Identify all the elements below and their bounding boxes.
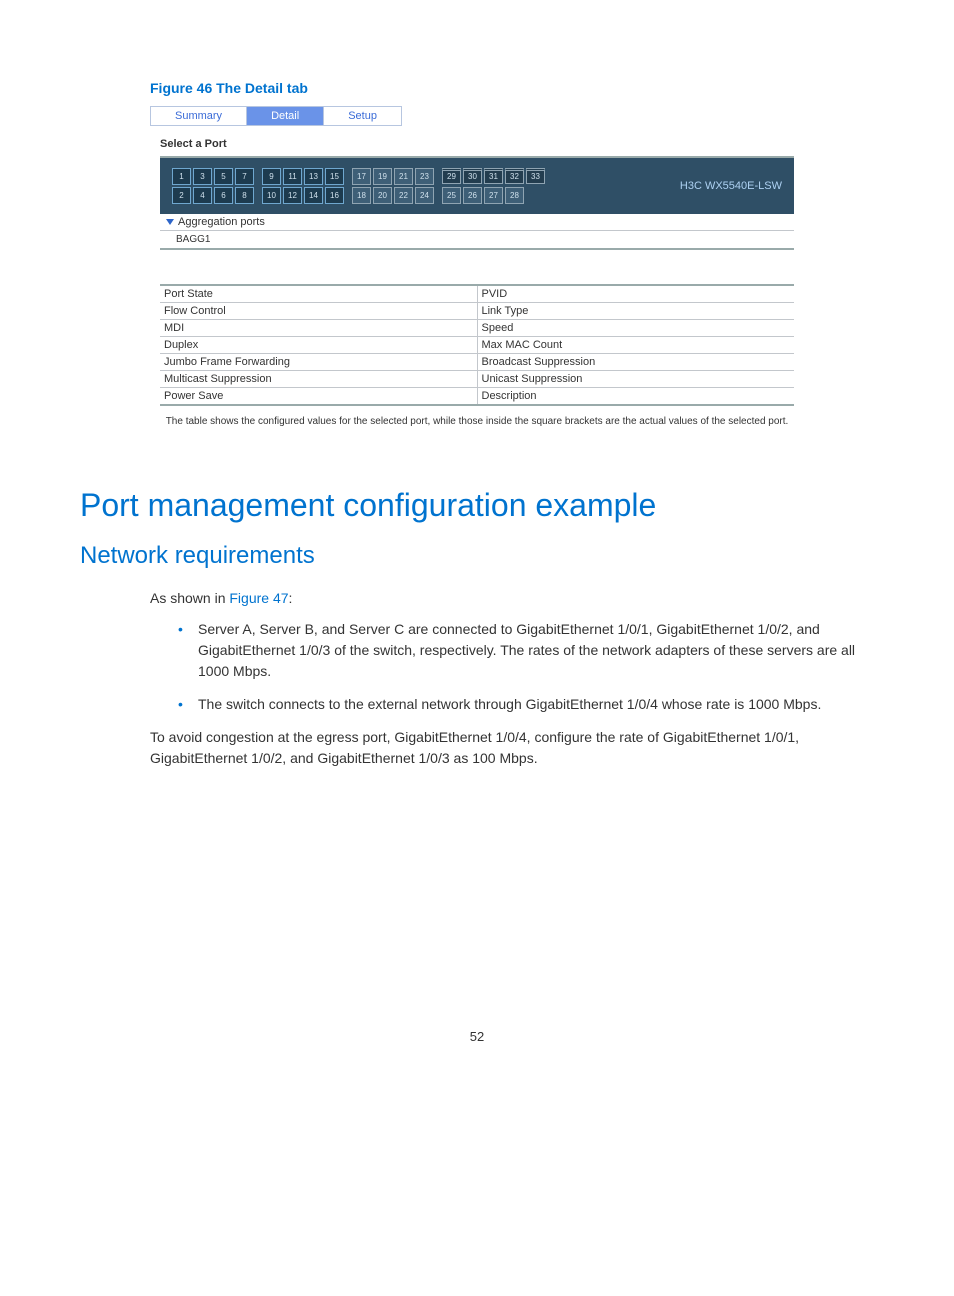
port-9[interactable]: 9 [262,168,281,185]
tab-setup[interactable]: Setup [324,107,401,125]
property-label: Power Save [160,388,478,404]
port-5[interactable]: 5 [214,168,233,185]
port-25[interactable]: 25 [442,187,461,204]
port-panel: 13579111315171921232930313233 2468101214… [160,158,794,214]
aggregation-label: Aggregation ports [178,216,265,228]
port-32[interactable]: 32 [505,168,524,184]
property-label: Unicast Suppression [478,371,795,387]
property-label: Multicast Suppression [160,371,478,387]
table-row: Flow ControlLink Type [160,303,794,320]
list-item: The switch connects to the external netw… [178,694,874,715]
heading-1: Port management configuration example [80,487,874,524]
port-22[interactable]: 22 [394,187,413,204]
port-28[interactable]: 28 [505,187,524,204]
port-27[interactable]: 27 [484,187,503,204]
port-10[interactable]: 10 [262,187,281,204]
property-label: Speed [478,320,795,336]
port-7[interactable]: 7 [235,168,254,185]
page-number: 52 [80,1029,874,1044]
paragraph: To avoid congestion at the egress port, … [150,727,874,769]
port-13[interactable]: 13 [304,168,323,185]
property-label: Broadcast Suppression [478,354,795,370]
property-label: Flow Control [160,303,478,319]
port-23[interactable]: 23 [415,168,434,185]
property-label: Max MAC Count [478,337,795,353]
table-row: MDISpeed [160,320,794,337]
property-label: MDI [160,320,478,336]
port-6[interactable]: 6 [214,187,233,204]
table-row: Port StatePVID [160,286,794,303]
port-4[interactable]: 4 [193,187,212,204]
port-14[interactable]: 14 [304,187,323,204]
port-21[interactable]: 21 [394,168,413,185]
port-26[interactable]: 26 [463,187,482,204]
port-8[interactable]: 8 [235,187,254,204]
port-11[interactable]: 11 [283,168,302,185]
aggregation-header[interactable]: Aggregation ports [160,214,794,230]
figure-link[interactable]: Figure 47 [229,590,288,606]
device-label: H3C WX5540E-LSW [680,180,782,192]
table-caption: The table shows the configured values fo… [160,416,794,427]
bullet-list: Server A, Server B, and Server C are con… [150,619,874,715]
port-20[interactable]: 20 [373,187,392,204]
port-3[interactable]: 3 [193,168,212,185]
intro-paragraph: As shown in Figure 47: [150,588,874,609]
property-label: Duplex [160,337,478,353]
port-area: 13579111315171921232930313233 2468101214… [160,156,794,250]
heading-2: Network requirements [80,542,874,570]
property-label: Link Type [478,303,795,319]
port-17[interactable]: 17 [352,168,371,185]
list-item: Server A, Server B, and Server C are con… [178,619,874,682]
tab-summary[interactable]: Summary [151,107,247,125]
port-18[interactable]: 18 [352,187,371,204]
port-2[interactable]: 2 [172,187,191,204]
port-33[interactable]: 33 [526,168,545,184]
port-29[interactable]: 29 [442,168,461,184]
property-label: PVID [478,286,795,302]
aggregation-item[interactable]: BAGG1 [160,230,794,248]
port-12[interactable]: 12 [283,187,302,204]
table-row: DuplexMax MAC Count [160,337,794,354]
port-31[interactable]: 31 [484,168,503,184]
property-label: Port State [160,286,478,302]
figure-title: Figure 46 The Detail tab [80,80,874,96]
table-row: Jumbo Frame ForwardingBroadcast Suppress… [160,354,794,371]
select-port-label: Select a Port [160,138,874,150]
chevron-down-icon [166,219,174,225]
port-30[interactable]: 30 [463,168,482,184]
port-1[interactable]: 1 [172,168,191,185]
property-label: Jumbo Frame Forwarding [160,354,478,370]
port-24[interactable]: 24 [415,187,434,204]
port-16[interactable]: 16 [325,187,344,204]
tab-detail[interactable]: Detail [247,107,324,125]
property-label: Description [478,388,795,404]
port-19[interactable]: 19 [373,168,392,185]
tab-bar: Summary Detail Setup [150,106,402,126]
property-table: Port StatePVIDFlow ControlLink TypeMDISp… [160,284,794,406]
table-row: Multicast SuppressionUnicast Suppression [160,371,794,388]
port-15[interactable]: 15 [325,168,344,185]
table-row: Power SaveDescription [160,388,794,404]
